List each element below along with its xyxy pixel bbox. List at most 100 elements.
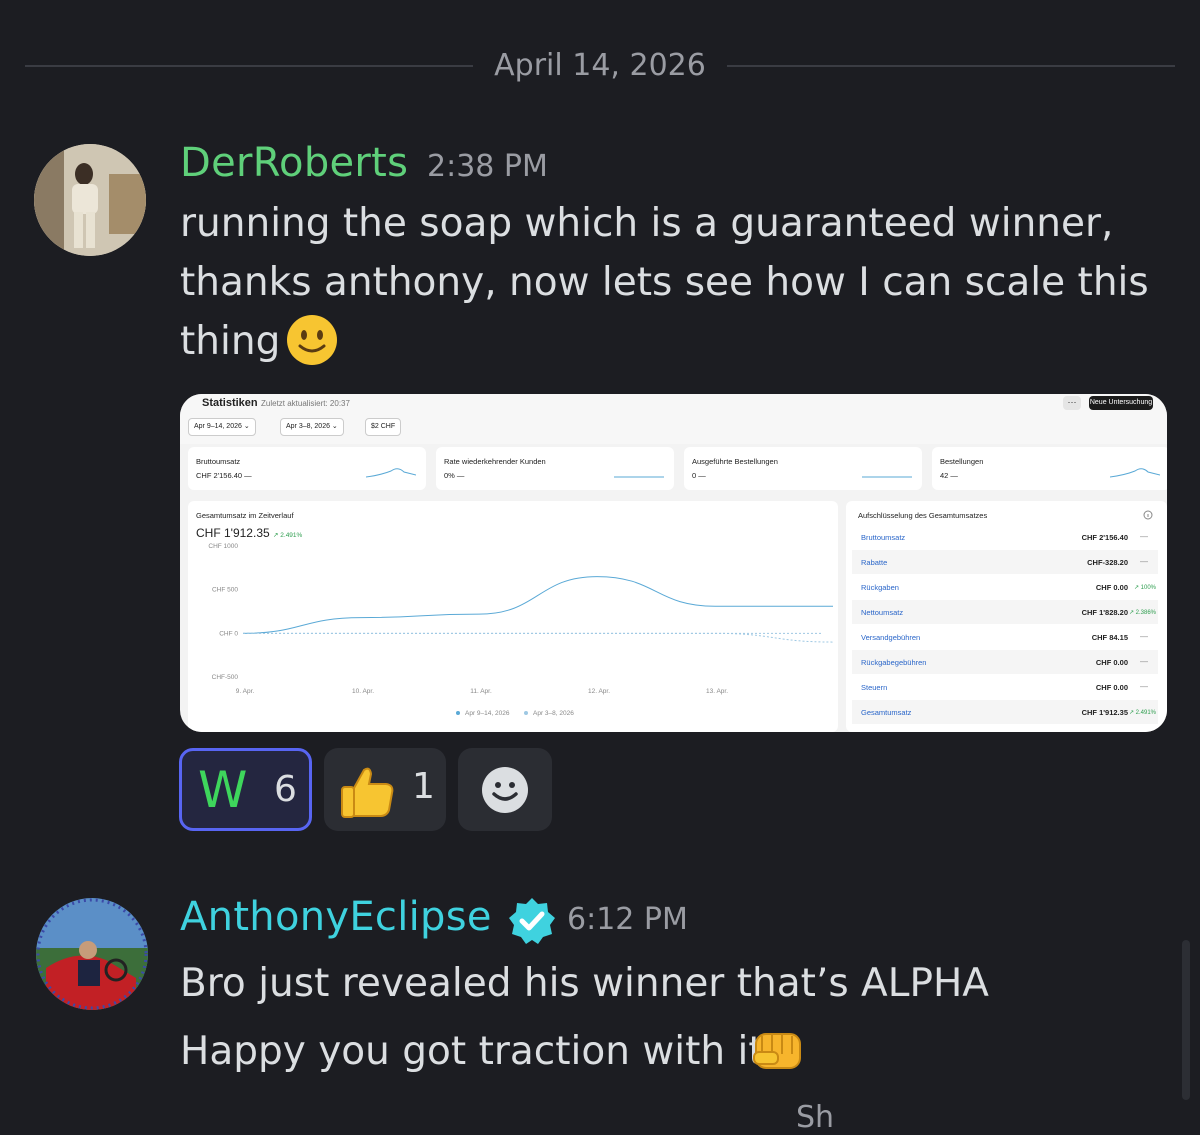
scrollbar[interactable] [1182, 940, 1190, 1100]
kpi-label: Bestellungen [940, 457, 984, 466]
breakdown-row-label[interactable]: Rabatte [861, 558, 887, 567]
y-tick-label: CHF 0 [219, 630, 238, 637]
message-line: Bro just revealed his winner that’s ALPH… [180, 961, 989, 1006]
breakdown-row-label[interactable]: Gesamtumsatz [861, 708, 911, 717]
reaction-w[interactable]: W 6 [179, 748, 312, 831]
kpi-label: Bruttoumsatz [196, 457, 241, 466]
x-tick-label: 13. Apr. [706, 688, 728, 695]
breakdown-row[interactable]: Rabatte CHF-328.20 — [852, 550, 1158, 574]
message-timestamp: 2:38 PM [427, 149, 548, 184]
message-line: Happy you got traction with it [180, 1018, 989, 1086]
breakdown-row[interactable]: Rückgaben CHF 0.00 ↗ 100% [852, 575, 1158, 599]
oncoming-fist-icon [753, 1033, 801, 1069]
breakdown-row[interactable]: Steuern CHF 0.00 — [852, 675, 1158, 699]
breakdown-row-value: CHF 1'828.20 [1081, 608, 1128, 617]
message-text: Bro just revealed his winner that’s ALPH… [180, 950, 989, 1086]
kpi-sparkline [366, 468, 416, 478]
breakdown-row[interactable]: Nettoumsatz CHF 1'828.20 ↗ 2.386% [852, 600, 1158, 624]
breakdown-row-label[interactable]: Nettoumsatz [861, 608, 903, 617]
breakdown-row[interactable]: Rückgabegebühren CHF 0.00 — [852, 650, 1158, 674]
breakdown-row-label[interactable]: Versandgebühren [861, 633, 920, 642]
reaction-count: 6 [274, 769, 297, 810]
breakdown-row-change: ↗ 100% [1133, 585, 1156, 591]
breakdown-row[interactable]: Bruttoumsatz CHF 2'156.40 — [852, 525, 1158, 549]
message-text: running the soap which is a guaranteed w… [180, 194, 1149, 371]
embed-subtitle: Zuletzt aktualisiert: 20:37 [261, 399, 350, 408]
kpi-value: 42 — [940, 471, 958, 480]
w-emoji-icon: W [198, 761, 248, 819]
date-divider: April 14, 2026 [25, 44, 1175, 88]
slightly-smiling-face-icon [287, 315, 337, 365]
avatar-photo-icon [34, 144, 146, 256]
currency-chip[interactable]: $2 CHF [365, 418, 402, 436]
breakdown-row-value: CHF 2'156.40 [1081, 533, 1128, 542]
breakdown-row[interactable]: Gesamtumsatz CHF 1'912.35 ↗ 2.491% [852, 700, 1158, 724]
line-chart: CHF 1000 CHF 500 CHF 0 CHF-500 9. Apr. 10. Ap… [208, 543, 834, 717]
y-tick-label: CHF 500 [212, 587, 238, 594]
y-tick-label: CHF-500 [212, 674, 239, 681]
breakdown-row[interactable]: Versandgebühren CHF 84.15 — [852, 625, 1158, 649]
reaction-count: 1 [412, 766, 435, 807]
legend-marker [456, 711, 460, 715]
breakdown-title: Aufschlüsselung des Gesamtumsatzes [858, 511, 988, 520]
x-tick-label: 12. Apr. [588, 688, 610, 695]
breakdown-row-label[interactable]: Rückgaben [861, 583, 899, 592]
reaction-thumbs-up[interactable]: 1 [324, 748, 446, 831]
breakdown-row-value: CHF 0.00 [1095, 683, 1128, 692]
add-reaction-icon [482, 767, 528, 813]
x-tick-label: 11. Apr. [470, 688, 492, 695]
kpi-card: Bruttoumsatz CHF 2'156.40 — [188, 447, 426, 490]
message-line-text: Happy you got traction with it [180, 1029, 764, 1074]
compare-range-chip[interactable]: Apr 3–8, 2026 ⌄ [280, 418, 344, 436]
breakdown-row-value: CHF 84.15 [1091, 633, 1128, 642]
breakdown-row-label[interactable]: Rückgabegebühren [861, 658, 926, 667]
breakdown-row-change: ↗ 2.386% [1128, 610, 1156, 616]
more-button[interactable]: ··· [1063, 396, 1081, 410]
x-tick-label: 9. Apr. [236, 688, 255, 695]
kpi-sparkline [862, 476, 912, 478]
kpi-card: Bestellungen 42 — [932, 447, 1167, 490]
x-tick-label: 10. Apr. [352, 688, 374, 695]
message-line: thanks anthony, now lets see how I can s… [180, 260, 1149, 305]
cutoff-text: Sh [796, 1100, 835, 1135]
breakdown-row-change: — [1140, 557, 1148, 566]
breakdown-row-label[interactable]: Steuern [861, 683, 887, 692]
legend-marker [524, 711, 528, 715]
y-tick-label: CHF 1000 [208, 543, 238, 550]
kpi-label: Rate wiederkehrender Kunden [444, 457, 546, 466]
breakdown-row-value: CHF-328.20 [1087, 558, 1128, 567]
author-name[interactable]: DerRoberts [180, 140, 408, 186]
breakdown-row-label[interactable]: Bruttoumsatz [861, 533, 905, 542]
thumbs-up-icon [341, 767, 394, 818]
kpi-value: 0% — [444, 471, 465, 480]
breakdown-row-change: — [1140, 632, 1148, 641]
kpi-value: 0 — [692, 471, 706, 480]
avatar-derroberts[interactable] [34, 144, 146, 256]
chart-card: Gesamtumsatz im Zeitverlauf CHF 1'912.35… [188, 501, 838, 732]
attached-image[interactable]: Statistiken Zuletzt aktualisiert: 20:37 … [180, 394, 1167, 732]
legend-label: Apr 9–14, 2026 [465, 710, 510, 717]
new-analysis-button[interactable]: Neue Untersuchung [1089, 396, 1153, 410]
message-timestamp: 6:12 PM [567, 902, 688, 937]
breakdown-row-change: — [1140, 532, 1148, 541]
message-line: thing [180, 312, 1149, 371]
author-name[interactable]: AnthonyEclipse [180, 894, 492, 940]
breakdown-row-value: CHF 0.00 [1095, 583, 1128, 592]
kpi-sparkline [614, 476, 664, 478]
breakdown-row-change: ↗ 2.491% [1128, 710, 1156, 716]
avatar-anthonyeclipse[interactable] [36, 898, 148, 1010]
avatar-photo-icon [36, 898, 148, 1010]
message-line-text: thing [180, 319, 281, 364]
date-range-chip[interactable]: Apr 9–14, 2026 ⌄ [188, 418, 256, 436]
embed-title: Statistiken [202, 397, 258, 409]
breakdown-row-change: — [1140, 682, 1148, 691]
kpi-card: Rate wiederkehrender Kunden 0% — [436, 447, 674, 490]
breakdown-card: Aufschlüsselung des Gesamtumsatzes Brutt… [846, 501, 1167, 732]
series-line [242, 576, 833, 634]
breakdown-row-value: CHF 0.00 [1095, 658, 1128, 667]
kpi-card: Ausgeführte Bestellungen 0 — [684, 447, 922, 490]
kpi-sparkline [1110, 468, 1160, 478]
add-reaction-button[interactable] [458, 748, 552, 831]
info-icon[interactable] [1143, 510, 1153, 520]
verified-badge-icon [509, 898, 555, 944]
